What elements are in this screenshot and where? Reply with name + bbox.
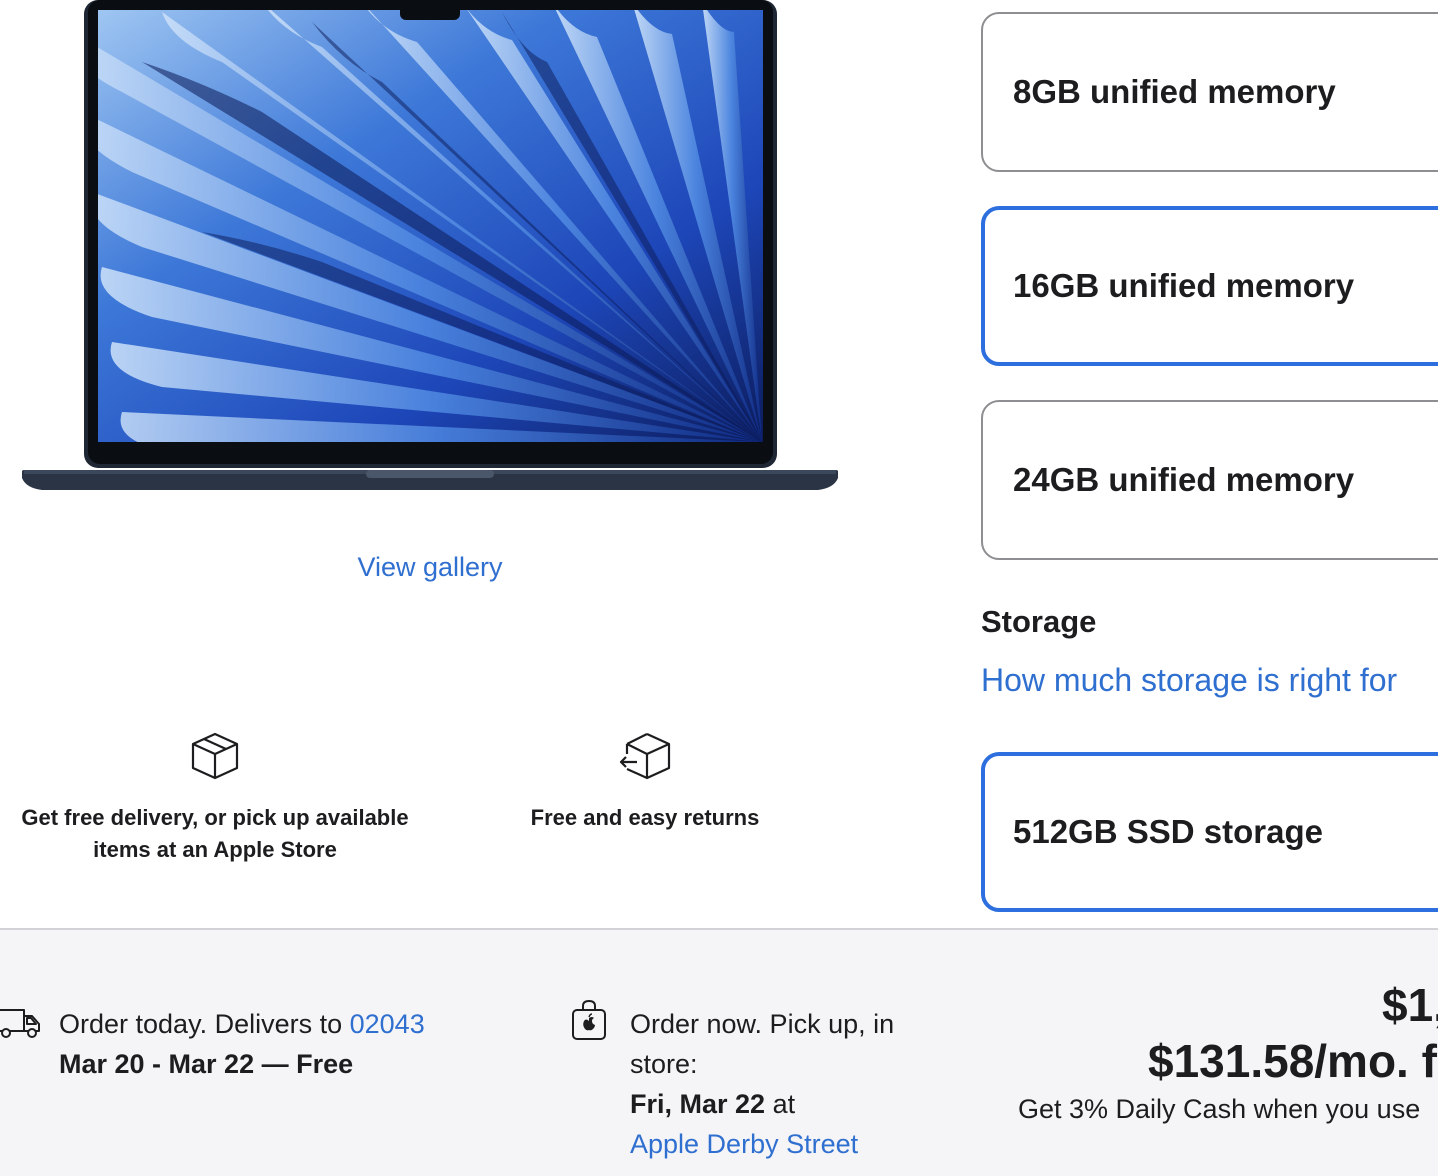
storage-heading: Storage [981,604,1097,639]
pickup-info: Order now. Pick up, in store: Fri, Mar 2… [630,1004,930,1164]
box-icon [191,732,239,780]
memory-option-label: 24GB unified memory [1013,461,1355,498]
apple-bag-icon [572,999,606,1040]
product-area: View gallery Get free delivery, or pick … [0,0,1438,928]
zip-code-link[interactable]: 02043 [350,1009,425,1039]
pickup-date: Fri, Mar 22 [630,1089,766,1119]
price-monthly: $131.58/mo. f [1148,1035,1437,1087]
free-returns-feature: Free and easy returns [470,728,820,834]
memory-option-label: 8GB unified memory [1013,73,1336,110]
delivery-line: Order today. Delivers to 02043 [59,1004,425,1044]
delivery-info: Order today. Delivers to 02043 Mar 20 - … [59,1004,425,1084]
price-total: $1, [1382,979,1438,1031]
pickup-at: at [772,1089,796,1119]
memory-option-label: 16GB unified memory [1013,267,1355,304]
truck-icon [0,1009,40,1038]
pickup-prefix: Order now. Pick up, in store: [630,1009,895,1079]
product-image [22,0,838,490]
memory-option-16gb[interactable]: 16GB unified memory [981,206,1438,366]
daily-cash-note: Get 3% Daily Cash when you use [1018,1094,1421,1124]
delivery-prefix: Order today. Delivers to [59,1009,343,1039]
pickup-line: Fri, Mar 22 at [630,1084,930,1124]
storage-option-label: 512GB SSD storage [1013,813,1323,850]
free-returns-text: Free and easy returns [530,805,760,830]
memory-option-8gb[interactable]: 8GB unified memory [981,12,1438,172]
pickup-store-link[interactable]: Apple Derby Street [630,1124,930,1164]
free-delivery-feature: Get free delivery, or pick up available … [10,728,420,866]
return-box-icon [619,732,671,780]
memory-option-24gb[interactable]: 24GB unified memory [981,400,1438,560]
free-delivery-text: Get free delivery, or pick up available … [21,805,409,862]
view-gallery-link[interactable]: View gallery [330,552,530,583]
storage-help-link[interactable]: How much storage is right for [981,662,1397,699]
storage-option-512gb[interactable]: 512GB SSD storage [981,752,1438,912]
delivery-dates: Mar 20 - Mar 22 — Free [59,1049,354,1079]
